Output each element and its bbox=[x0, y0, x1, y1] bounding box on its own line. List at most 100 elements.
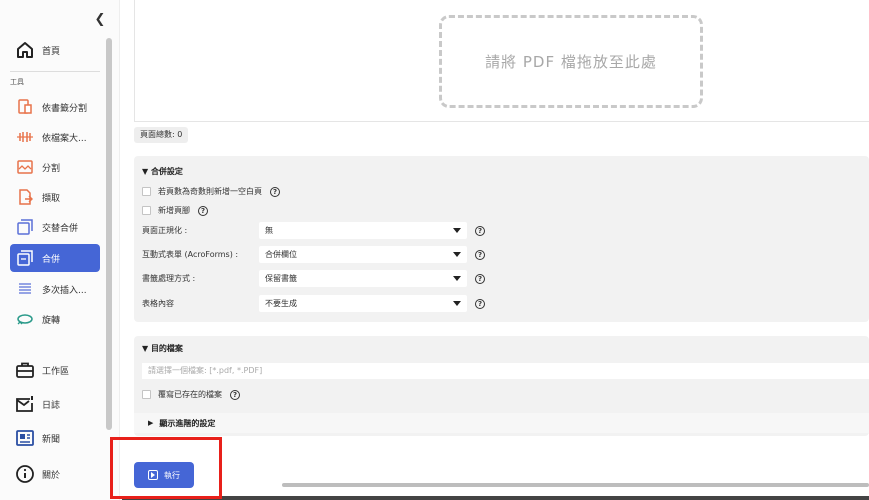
odd-pages-label: 若頁數為奇數則新增一空白頁 bbox=[158, 187, 262, 196]
size-split-icon bbox=[14, 126, 36, 148]
help-icon[interactable]: ? bbox=[230, 389, 240, 400]
multi-insert-icon bbox=[14, 278, 36, 300]
sidebar: ❮ 首頁 工具 依書籤分割 依檔案大... 分割 擷取 交替合併 合併 多次插入… bbox=[0, 0, 120, 500]
sidebar-item-label: 首頁 bbox=[42, 46, 61, 57]
rotate-icon bbox=[14, 308, 36, 330]
destination-panel: ▼ 目的檔案 請選擇一個檔案: [*.pdf, *.PDF] 覆寫已存在的檔案 … bbox=[134, 336, 869, 436]
sidebar-item-label: 日誌 bbox=[42, 400, 61, 411]
toc-row: 表格內容 不要生成 ? bbox=[142, 295, 485, 312]
help-icon[interactable]: ? bbox=[475, 298, 485, 309]
bookmarks-label: 書籤處理方式 : bbox=[142, 274, 196, 283]
help-icon[interactable]: ? bbox=[198, 205, 208, 216]
footer-option: 新增頁腳 ? bbox=[142, 205, 208, 216]
toc-label: 表格內容 bbox=[142, 299, 174, 308]
sidebar-item-label: 依檔案大... bbox=[42, 133, 87, 144]
log-icon bbox=[14, 393, 36, 415]
odd-pages-option: 若頁數為奇數則新增一空白頁 ? bbox=[142, 186, 280, 197]
extract-icon bbox=[14, 186, 36, 208]
sidebar-item-log[interactable]: 日誌 bbox=[10, 390, 100, 418]
odd-pages-checkbox[interactable] bbox=[142, 187, 151, 196]
sidebar-item-label: 多次插入... bbox=[42, 285, 87, 296]
destination-title: 目的檔案 bbox=[150, 344, 183, 353]
highlight-box bbox=[110, 437, 222, 499]
sidebar-item-rotate[interactable]: 旋轉 bbox=[10, 305, 100, 333]
sidebar-divider bbox=[10, 71, 100, 72]
home-icon bbox=[14, 39, 36, 61]
advanced-settings-label: 顯示進階的設定 bbox=[159, 418, 216, 428]
main-content: 請將 PDF 檔拖放至此處 頁面總數: 0 ▼ 合併設定 若頁數為奇數則新增一空… bbox=[122, 0, 869, 500]
help-icon[interactable]: ? bbox=[475, 225, 485, 236]
file-drop-area[interactable]: 請將 PDF 檔拖放至此處 bbox=[134, 0, 869, 122]
overwrite-checkbox[interactable] bbox=[142, 390, 151, 399]
sidebar-item-workspace[interactable]: 工作區 bbox=[10, 356, 100, 384]
help-icon[interactable]: ? bbox=[270, 186, 280, 197]
select-value: 合併欄位 bbox=[265, 250, 297, 259]
acroforms-select[interactable]: 合併欄位 bbox=[259, 246, 467, 263]
merge-settings-header[interactable]: ▼ 合併設定 bbox=[142, 166, 183, 177]
sidebar-item-news[interactable]: 新聞 bbox=[10, 424, 100, 452]
section-label: 工具 bbox=[10, 78, 24, 86]
normalize-select[interactable]: 無 bbox=[259, 222, 467, 239]
destination-header[interactable]: ▼ 目的檔案 bbox=[142, 343, 183, 354]
sidebar-item-multi-insert[interactable]: 多次插入... bbox=[10, 275, 100, 303]
help-icon[interactable]: ? bbox=[475, 273, 485, 284]
select-value: 保留書籤 bbox=[265, 274, 297, 283]
sidebar-item-label: 擷取 bbox=[42, 193, 61, 204]
sidebar-item-alternate-merge[interactable]: 交替合併 bbox=[10, 213, 100, 241]
drop-zone-text: 請將 PDF 檔拖放至此處 bbox=[485, 53, 657, 71]
destination-file-input[interactable]: 請選擇一個檔案: [*.pdf, *.PDF] bbox=[142, 363, 869, 379]
bookmark-split-icon bbox=[14, 96, 36, 118]
bottom-border bbox=[122, 496, 869, 500]
advanced-settings-toggle[interactable]: ▶ 顯示進階的設定 bbox=[134, 413, 869, 433]
select-value: 無 bbox=[265, 226, 273, 235]
bookmarks-select[interactable]: 保留書籤 bbox=[259, 270, 467, 287]
sidebar-item-split[interactable]: 分割 bbox=[10, 153, 100, 181]
merge-settings-panel: ▼ 合併設定 若頁數為奇數則新增一空白頁 ? 新增頁腳 ? 頁面正規化 : 無 … bbox=[134, 156, 869, 322]
bookmarks-row: 書籤處理方式 : 保留書籤 ? bbox=[142, 270, 485, 287]
expand-triangle-icon: ▼ bbox=[142, 167, 151, 176]
normalize-label: 頁面正規化 : bbox=[142, 226, 188, 235]
sidebar-item-about[interactable]: 關於 bbox=[10, 460, 100, 488]
sidebar-item-label: 交替合併 bbox=[42, 223, 79, 234]
merge-settings-title: 合併設定 bbox=[150, 167, 183, 176]
sidebar-item-label: 依書籤分割 bbox=[42, 103, 88, 114]
caret-down-icon bbox=[453, 301, 461, 306]
news-icon bbox=[14, 427, 36, 449]
alternate-merge-icon bbox=[14, 216, 36, 238]
overwrite-option: 覆寫已存在的檔案 ? bbox=[142, 389, 240, 400]
chevron-left-icon[interactable]: ❮ bbox=[92, 12, 108, 28]
overwrite-label: 覆寫已存在的檔案 bbox=[158, 390, 222, 399]
sidebar-item-extract[interactable]: 擷取 bbox=[10, 183, 100, 211]
sidebar-item-label: 分割 bbox=[42, 163, 61, 174]
sidebar-item-merge[interactable]: 合併 bbox=[10, 244, 100, 272]
caret-down-icon bbox=[453, 228, 461, 233]
sidebar-item-label: 關於 bbox=[42, 470, 61, 481]
normalize-row: 頁面正規化 : 無 ? bbox=[142, 222, 485, 239]
footer-checkbox[interactable] bbox=[142, 206, 151, 215]
briefcase-icon bbox=[14, 359, 36, 381]
split-icon bbox=[14, 156, 36, 178]
sidebar-item-label: 工作區 bbox=[42, 366, 70, 377]
info-icon bbox=[14, 463, 36, 485]
footer-label: 新增頁腳 bbox=[158, 206, 190, 215]
sidebar-item-size-split[interactable]: 依檔案大... bbox=[10, 123, 100, 151]
sidebar-item-bookmark-split[interactable]: 依書籤分割 bbox=[10, 93, 100, 121]
sidebar-item-label: 新聞 bbox=[42, 434, 61, 445]
drop-zone[interactable]: 請將 PDF 檔拖放至此處 bbox=[439, 15, 703, 108]
acroforms-label: 互動式表單 (AcroForms) : bbox=[142, 250, 239, 259]
acroforms-row: 互動式表單 (AcroForms) : 合併欄位 ? bbox=[142, 246, 485, 263]
sidebar-item-label: 合併 bbox=[42, 254, 61, 265]
page-count: 頁面總數: 0 bbox=[134, 127, 189, 143]
expand-triangle-icon: ▼ bbox=[142, 344, 151, 353]
merge-icon bbox=[14, 247, 36, 269]
caret-down-icon bbox=[453, 276, 461, 281]
expand-right-triangle-icon: ▶ bbox=[148, 419, 154, 427]
sidebar-item-home[interactable]: 首頁 bbox=[10, 36, 100, 64]
caret-down-icon bbox=[453, 252, 461, 257]
sidebar-scrollbar[interactable] bbox=[106, 38, 112, 430]
sidebar-item-label: 旋轉 bbox=[42, 315, 61, 326]
toc-select[interactable]: 不要生成 bbox=[259, 295, 467, 312]
select-value: 不要生成 bbox=[265, 299, 297, 308]
help-icon[interactable]: ? bbox=[475, 249, 485, 260]
horizontal-scrollbar[interactable] bbox=[282, 483, 869, 487]
